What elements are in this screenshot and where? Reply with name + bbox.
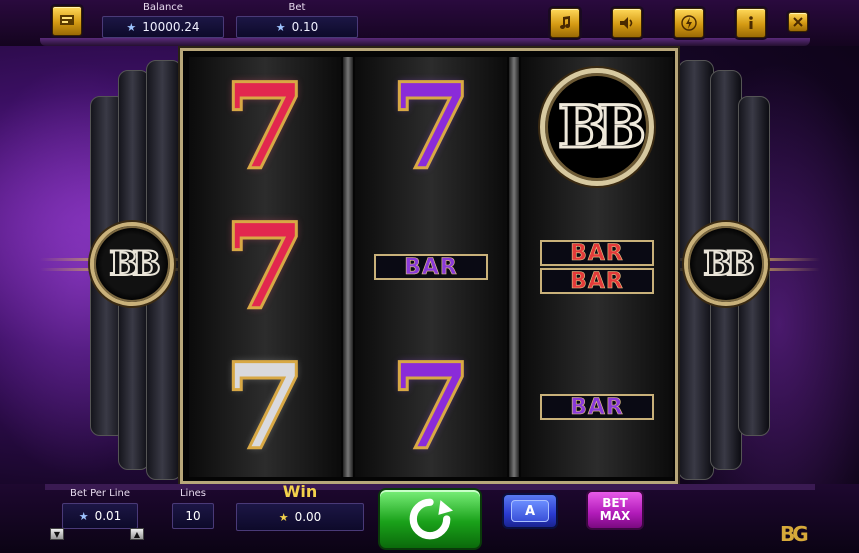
autoplay-label: A: [511, 500, 549, 522]
red-seven-symbol: 7: [222, 57, 307, 196]
purple-seven-symbol: 7: [388, 337, 473, 476]
reel-2-symbol-1: 7: [355, 57, 507, 197]
right-bb-emblem: BB: [684, 222, 768, 306]
lines-display: Lines 10: [172, 488, 214, 529]
bet-value: 0.10: [291, 20, 319, 34]
win-display: Win ★ 0.00: [236, 482, 364, 531]
bet-per-line-label: Bet Per Line: [69, 488, 131, 499]
single-bar-symbol: BAR: [374, 254, 488, 280]
star-icon: ★: [275, 20, 286, 34]
left-bb-emblem-text: BB: [108, 243, 162, 285]
red-seven-symbol: 7: [222, 197, 307, 336]
left-bb-emblem: BB: [90, 222, 174, 306]
balance-value: 10000.24: [142, 20, 200, 34]
lines-box: 10: [172, 503, 214, 529]
provider-logo: BG: [780, 522, 809, 546]
bet-increase-button[interactable]: ▲: [130, 528, 144, 540]
close-button[interactable]: [788, 12, 808, 32]
balance-display: Balance ★ 10000.24: [102, 2, 224, 38]
info-icon: [749, 16, 753, 29]
sound-button[interactable]: [612, 8, 642, 38]
win-box: ★ 0.00: [236, 503, 364, 531]
spin-button[interactable]: [378, 488, 482, 550]
double-bar-symbol-top: BAR: [540, 240, 654, 266]
bet-display: Bet ★ 0.10: [236, 2, 358, 38]
bet-decrease-button[interactable]: ▼: [50, 528, 64, 540]
purple-seven-symbol: 7: [388, 57, 473, 196]
reel-3-symbol-3: BAR: [521, 337, 673, 477]
reel-3-symbol-2: BAR BAR: [521, 197, 673, 337]
reel-1-symbol-2: 7: [189, 197, 341, 337]
autoplay-button[interactable]: A: [502, 493, 558, 529]
bet-per-line-control: Bet Per Line ★ 0.01: [62, 488, 138, 529]
bb-logo-text: BB: [556, 92, 647, 163]
bet-max-line2: MAX: [599, 509, 631, 523]
star-icon: ★: [126, 20, 137, 34]
reel-1-symbol-1: 7: [189, 57, 341, 197]
right-bb-emblem-text: BB: [702, 243, 756, 285]
arrow-up-icon: ▲: [133, 529, 141, 539]
bet-value-box: ★ 0.10: [236, 16, 358, 38]
reel-divider: [343, 57, 353, 477]
reel-2-symbol-2: BAR: [355, 197, 507, 337]
win-value: 0.00: [294, 510, 322, 524]
single-bar-symbol: BAR: [540, 394, 654, 420]
music-icon: [560, 16, 570, 29]
reel-divider: [509, 57, 519, 477]
double-bar-symbol-bottom: BAR: [540, 268, 654, 294]
reel-1: 7 7 7: [189, 57, 341, 477]
reel-3: BB BAR BAR BAR: [521, 57, 673, 477]
bb-logo-symbol: BB: [540, 68, 654, 186]
reel-1-symbol-3: 7: [189, 337, 341, 477]
lines-value: 10: [185, 509, 201, 523]
star-icon: ★: [78, 509, 89, 523]
bet-max-button[interactable]: BET MAX: [586, 490, 644, 530]
close-icon: [793, 17, 803, 27]
bet-per-line-box: ★ 0.01: [62, 503, 138, 529]
silver-seven-symbol: 7: [222, 337, 307, 476]
paytable-icon: [60, 15, 74, 25]
reel-frame: 7 7 7 7 BAR 7 BB BAR BAR BAR: [180, 48, 678, 484]
star-icon: ★: [278, 510, 289, 524]
reel-2-symbol-3: 7: [355, 337, 507, 477]
reel-2: 7 BAR 7: [355, 57, 507, 477]
bet-per-line-value: 0.01: [94, 509, 122, 523]
speed-button[interactable]: [674, 8, 704, 38]
arrow-down-icon: ▼: [53, 529, 61, 539]
lightning-icon: [681, 15, 697, 31]
top-bar-rim: [40, 38, 810, 46]
bet-label: Bet: [288, 2, 306, 13]
balance-label: Balance: [143, 2, 183, 13]
reel-3-symbol-1: BB: [521, 57, 673, 197]
music-button[interactable]: [550, 8, 580, 38]
paytable-button[interactable]: [52, 6, 82, 36]
balance-value-box: ★ 10000.24: [102, 16, 224, 38]
speaker-icon: [620, 17, 633, 29]
lines-label: Lines: [179, 488, 207, 499]
info-button[interactable]: [736, 8, 766, 38]
spin-arrow-icon: [409, 498, 453, 540]
win-label: Win: [282, 482, 318, 501]
